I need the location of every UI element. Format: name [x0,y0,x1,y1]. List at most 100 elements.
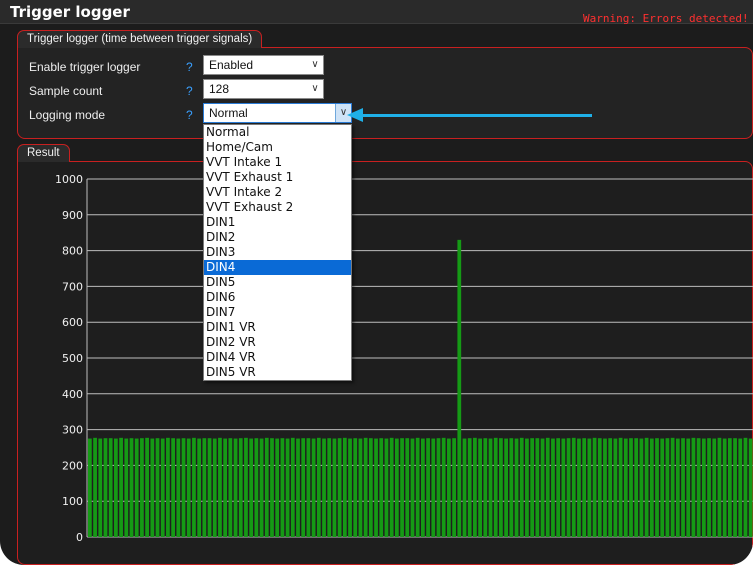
bar [545,437,550,537]
bar [467,438,472,537]
bar [238,438,243,537]
error-warning: Warning: Errors detected! [583,12,749,25]
enable-select-value: Enabled [209,58,254,72]
y-tick-label: 800 [62,245,83,258]
chevron-down-icon: ∨ [311,83,319,94]
bar [212,438,217,537]
bar [571,437,576,537]
bar [108,438,113,537]
bar [686,438,691,537]
bar [275,438,280,537]
dropdown-option[interactable]: DIN2 VR [204,335,351,350]
bar [218,437,222,537]
bar [171,438,175,537]
bar [301,438,306,537]
bar [623,438,628,537]
dropdown-option[interactable]: DIN7 [204,305,351,320]
y-tick-label: 100 [62,495,83,508]
bar [415,437,420,537]
logging-mode-select[interactable]: Normal ∨ [203,103,352,123]
dropdown-option[interactable]: VVT Intake 2 [204,185,351,200]
bar [337,438,342,537]
bar [551,438,555,537]
bar [290,437,295,537]
dropdown-option[interactable]: DIN6 [204,290,351,305]
bar [613,438,618,537]
dropdown-option[interactable]: DIN5 VR [204,365,351,380]
dropdown-option[interactable]: DIN2 [204,230,351,245]
tab-trigger-logger[interactable]: Trigger logger (time between trigger sig… [17,30,263,48]
dropdown-option[interactable]: DIN4 [204,260,351,275]
bar [296,438,300,537]
dropdown-option[interactable]: VVT Exhaust 1 [204,170,351,185]
bar [748,438,753,537]
bar [519,437,524,537]
bar [696,438,701,537]
bar [561,438,566,537]
bar [483,438,488,537]
bar [535,438,540,537]
dropdown-option[interactable]: VVT Intake 1 [204,155,351,170]
chevron-down-icon: ∨ [311,59,319,70]
bar [691,437,696,537]
bar [582,438,587,537]
dropdown-option[interactable]: DIN1 VR [204,320,351,335]
sample-count-value: 128 [209,82,230,96]
bar [649,438,654,537]
y-tick-label: 0 [76,531,83,544]
dropdown-option[interactable]: DIN1 [204,215,351,230]
tab-result[interactable]: Result [17,144,70,162]
bar [707,438,711,537]
bar [566,438,571,537]
bar [493,437,498,537]
y-tick-label: 900 [62,209,83,222]
bar [577,438,581,537]
bar [124,438,129,537]
bar [254,438,259,537]
bar [436,438,441,537]
bar [192,437,196,537]
dropdown-option[interactable]: DIN3 [204,245,351,260]
bar [530,438,535,537]
bar [306,438,311,537]
bar [717,437,722,537]
bar [441,437,446,537]
bar [681,438,685,537]
bar [353,438,358,537]
title-bar: Trigger logger Warning: Errors detected! [0,0,753,25]
logging-mode-help-icon[interactable]: ? [186,108,193,122]
bar [342,437,347,537]
bar [608,438,613,537]
trigger-logger-window: Trigger logger Warning: Errors detected!… [0,0,753,565]
logging-mode-dropdown-list[interactable]: Normal Home/Cam VVT Intake 1 VVT Exhaust 1V… [203,124,352,381]
bar [129,438,134,537]
bar [155,438,160,537]
bar [473,437,477,537]
bar [93,437,97,537]
bar [629,438,633,537]
dropdown-option[interactable]: Home/Cam [204,140,351,155]
bar [738,438,743,537]
bar [322,438,326,537]
enable-trigger-logger-select[interactable]: Enabled ∨ [203,55,324,75]
sample-count-help-icon[interactable]: ? [186,84,193,98]
bar [140,438,144,537]
sample-count-select[interactable]: 128 ∨ [203,79,324,99]
bar [145,437,149,537]
bar [655,438,659,537]
bar [634,438,639,537]
bar [150,438,155,537]
bar [478,438,482,537]
dropdown-option[interactable]: VVT Exhaust 2 [204,200,351,215]
enable-help-icon[interactable]: ? [186,60,193,74]
dropdown-option[interactable]: DIN4 VR [204,350,351,365]
dropdown-option[interactable]: DIN5 [204,275,351,290]
bar [660,438,665,537]
dropdown-option[interactable]: Normal [204,125,351,140]
bar [410,438,415,537]
bar [509,438,514,537]
bar [504,438,508,537]
bar [134,438,139,537]
bar [197,438,202,537]
y-tick-label: 500 [62,352,83,365]
